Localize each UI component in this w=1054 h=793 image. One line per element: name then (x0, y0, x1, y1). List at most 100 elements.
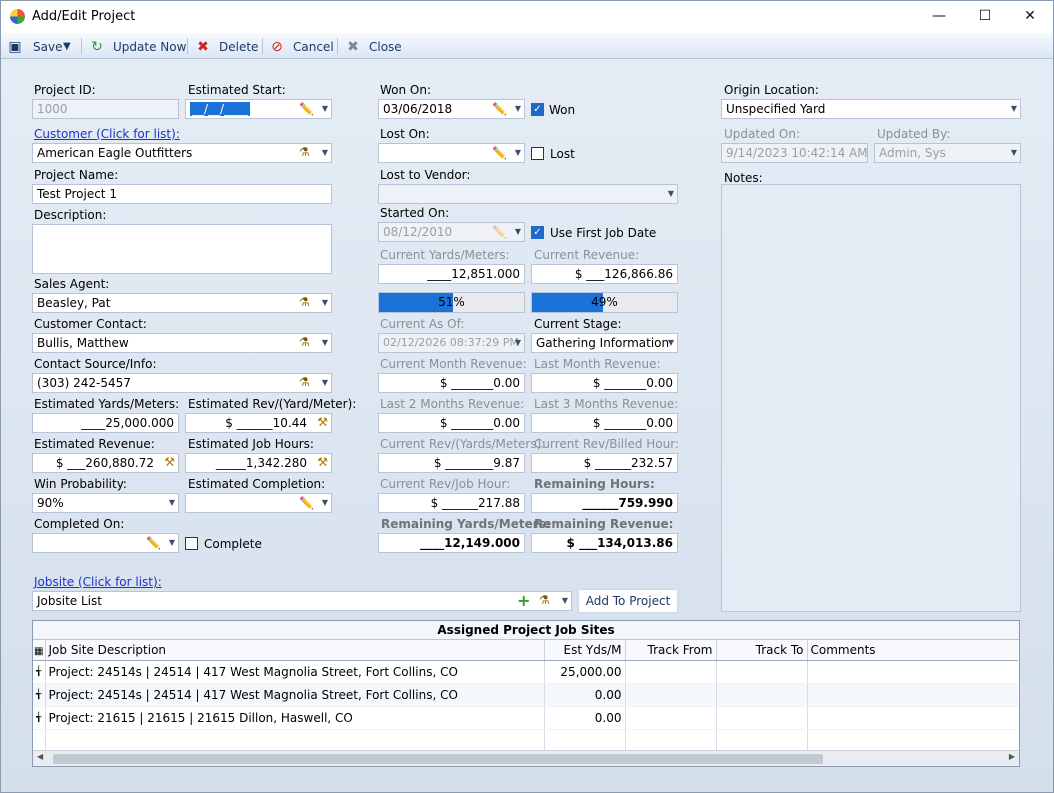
job-site-description-cell[interactable]: Project: 24514s | 24514 | 417 West Magno… (45, 683, 545, 707)
chevron-down-icon[interactable]: ▼ (169, 494, 175, 512)
column-chooser-icon[interactable]: ▦ (34, 646, 43, 657)
use-first-job-date-checkbox[interactable]: ✓ (531, 226, 544, 239)
description-textarea[interactable] (32, 224, 332, 274)
track-from-cell[interactable] (625, 706, 717, 730)
est-yds-cell[interactable]: 0.00 (544, 683, 626, 707)
calendar-pencil-icon[interactable]: ✏️ (492, 100, 507, 118)
lost-on-date-picker[interactable]: ✏️ ▼ (378, 143, 525, 163)
calculator-icon[interactable]: ⚒ (161, 455, 175, 470)
chevron-down-icon[interactable]: ▼ (515, 144, 521, 162)
save-button[interactable]: ▣ Save (7, 38, 62, 55)
update-now-button[interactable]: ↻ Update Now (89, 38, 186, 55)
comments-cell[interactable] (807, 660, 1018, 684)
binoculars-search-icon[interactable]: ⚗ (299, 295, 313, 310)
jobsite-select[interactable]: Jobsite List + ⚗ ▼ (32, 591, 572, 611)
chevron-down-icon[interactable]: ▼ (322, 494, 328, 512)
track-to-cell[interactable] (716, 706, 808, 730)
track-to-cell[interactable] (716, 683, 808, 707)
win-probability-select[interactable]: 90% ▼ (32, 493, 179, 513)
job-site-description-cell[interactable]: Project: 24514s | 24514 | 417 West Magno… (45, 660, 545, 684)
completed-on-date-picker[interactable]: ✏️ ▼ (32, 533, 179, 553)
table-row[interactable]: ╅ Project: 24514s | 24514 | 417 West Mag… (33, 683, 1018, 707)
estimated-completion-date-picker[interactable]: ✏️ ▼ (185, 493, 332, 513)
track-from-cell[interactable] (625, 683, 717, 707)
track-to-cell[interactable] (716, 660, 808, 684)
add-to-project-button[interactable]: Add To Project (578, 589, 678, 613)
est-yds-cell[interactable]: 25,000.00 (544, 660, 626, 684)
calculator-icon[interactable]: ⚒ (314, 415, 328, 430)
minimize-button[interactable]: — (916, 1, 962, 33)
est-yds-cell[interactable]: 0.00 (544, 706, 626, 730)
jobsite-link[interactable]: Jobsite (Click for list): (34, 575, 162, 589)
scroll-right-icon[interactable]: ▶ (1009, 752, 1015, 761)
customer-link[interactable]: Customer (Click for list): (34, 127, 180, 141)
project-name-field[interactable]: Test Project 1 (32, 184, 332, 204)
track-to-cell[interactable] (716, 729, 808, 753)
table-row[interactable]: ╅ Project: 24514s | 24514 | 417 West Mag… (33, 660, 1018, 684)
horizontal-scrollbar[interactable]: ◀ ▶ (33, 750, 1019, 766)
origin-location-select[interactable]: Unspecified Yard ▼ (721, 99, 1021, 119)
delete-button[interactable]: ✖ Delete (195, 38, 258, 55)
column-header-est-yds[interactable]: Est Yds/M (544, 640, 626, 661)
track-from-cell[interactable] (625, 729, 717, 753)
row-selector-header[interactable]: ▦ (33, 640, 46, 661)
estimated-revenue-field[interactable]: $ ___260,880.72 ⚒ (32, 453, 179, 473)
comments-cell[interactable] (807, 706, 1018, 730)
lost-checkbox[interactable] (531, 147, 544, 160)
current-stage-select[interactable]: Gathering Information ▼ (531, 333, 678, 353)
track-from-cell[interactable] (625, 660, 717, 684)
estimated-start-date-picker[interactable]: __/__/____ ✏️ ▼ (185, 99, 332, 119)
chevron-down-icon[interactable]: ▼ (668, 334, 674, 352)
new-row[interactable] (33, 729, 1018, 753)
job-site-description-cell[interactable] (45, 729, 545, 753)
chevron-down-icon[interactable]: ▼ (322, 100, 328, 118)
row-expand-icon[interactable]: ╅ (33, 706, 46, 730)
save-dropdown-button[interactable]: ▼ (63, 38, 71, 55)
cancel-button[interactable]: ⊘ Cancel (269, 38, 334, 55)
scrollbar-thumb[interactable] (53, 754, 823, 764)
estimated-rev-yard-field[interactable]: $ ______10.44 ⚒ (185, 413, 332, 433)
binoculars-search-icon[interactable]: ⚗ (299, 335, 313, 350)
column-header-track-to[interactable]: Track To (716, 640, 808, 661)
notes-textarea[interactable] (721, 184, 1021, 612)
chevron-down-icon[interactable]: ▼ (322, 294, 328, 312)
binoculars-search-icon[interactable]: ⚗ (299, 375, 313, 390)
calculator-icon[interactable]: ⚒ (314, 455, 328, 470)
chevron-down-icon[interactable]: ▼ (169, 534, 175, 552)
customer-contact-select[interactable]: Bullis, Matthew ⚗ ▼ (32, 333, 332, 353)
comments-cell[interactable] (807, 683, 1018, 707)
close-window-button[interactable]: ✕ (1007, 1, 1053, 33)
column-header-comments[interactable]: Comments (807, 640, 1018, 661)
est-yds-cell[interactable] (544, 729, 626, 753)
won-checkbox[interactable]: ✓ (531, 103, 544, 116)
estimated-yards-field[interactable]: ____25,000.000 (32, 413, 179, 433)
customer-select[interactable]: American Eagle Outfitters ⚗ ▼ (32, 143, 332, 163)
binoculars-search-icon[interactable]: ⚗ (299, 145, 313, 160)
comments-cell[interactable] (807, 729, 1018, 753)
complete-checkbox[interactable] (185, 537, 198, 550)
add-plus-icon[interactable]: + (517, 593, 531, 609)
scroll-left-icon[interactable]: ◀ (37, 752, 43, 761)
table-row[interactable]: ╅ Project: 21615 | 21615 | 21615 Dillon,… (33, 706, 1018, 730)
calendar-pencil-icon[interactable]: ✏️ (299, 100, 314, 118)
job-site-description-cell[interactable]: Project: 21615 | 21615 | 21615 Dillon, H… (45, 706, 545, 730)
column-header-track-from[interactable]: Track From (625, 640, 717, 661)
estimated-job-hours-field[interactable]: _____1,342.280 ⚒ (185, 453, 332, 473)
close-button[interactable]: ✖ Close (345, 38, 402, 55)
row-selector-cell[interactable] (33, 729, 46, 753)
chevron-down-icon[interactable]: ▼ (322, 144, 328, 162)
chevron-down-icon[interactable]: ▼ (322, 334, 328, 352)
column-header-description[interactable]: Job Site Description (45, 640, 545, 661)
contact-source-select[interactable]: (303) 242-5457 ⚗ ▼ (32, 373, 332, 393)
binoculars-search-icon[interactable]: ⚗ (539, 593, 553, 608)
calendar-pencil-icon[interactable]: ✏️ (299, 494, 314, 512)
calendar-pencil-icon[interactable]: ✏️ (492, 144, 507, 162)
sales-agent-select[interactable]: Beasley, Pat ⚗ ▼ (32, 293, 332, 313)
chevron-down-icon[interactable]: ▼ (322, 374, 328, 392)
row-expand-icon[interactable]: ╅ (33, 683, 46, 707)
chevron-down-icon[interactable]: ▼ (515, 100, 521, 118)
chevron-down-icon[interactable]: ▼ (1011, 100, 1017, 118)
chevron-down-icon[interactable]: ▼ (562, 592, 568, 610)
row-expand-icon[interactable]: ╅ (33, 660, 46, 684)
won-on-date-picker[interactable]: 03/06/2018 ✏️ ▼ (378, 99, 525, 119)
